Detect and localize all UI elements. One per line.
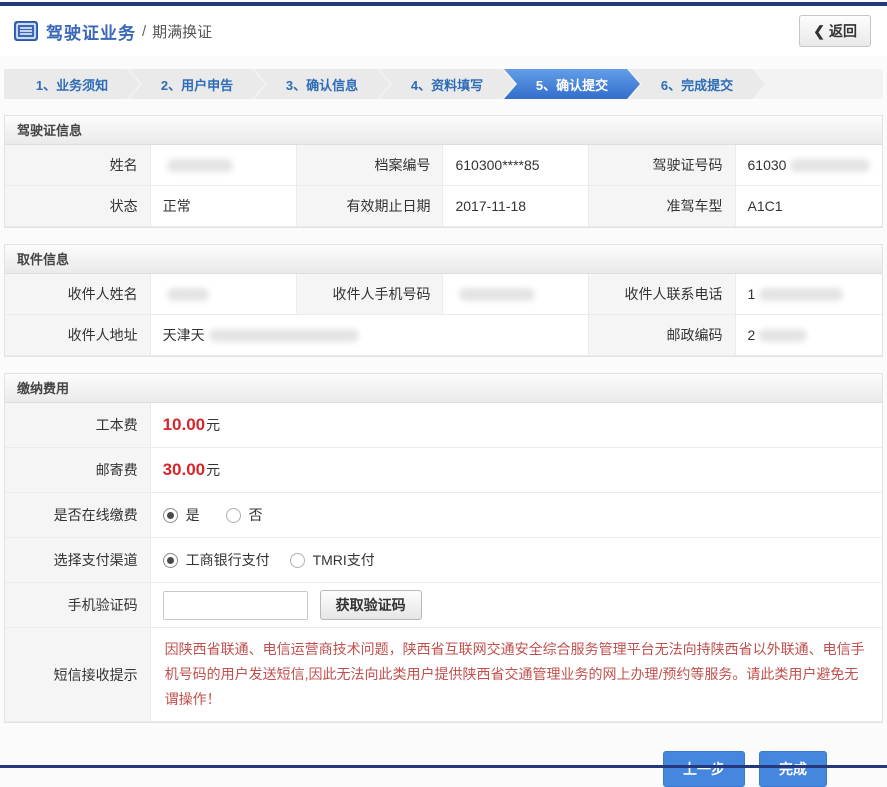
- redacted-value: [166, 158, 233, 172]
- radio-selected-icon[interactable]: [162, 507, 178, 523]
- radio-label: TMRI支付: [312, 552, 375, 568]
- fee-unit: 元: [206, 462, 221, 478]
- chevron-left-icon: ❮: [813, 22, 825, 39]
- field-label: 姓名: [5, 145, 151, 186]
- field-value-redacted: [443, 274, 590, 315]
- get-code-button[interactable]: 获取验证码: [319, 590, 422, 620]
- field-label: 有效期止日期: [297, 186, 444, 227]
- back-button-label: 返回: [829, 23, 857, 39]
- payment-section: 缴纳费用 工本费 10.00 元 邮寄费 30.00 元 是否在线缴费 是 否: [4, 373, 883, 723]
- page-title: 期满换证: [152, 23, 213, 41]
- radio-option-no[interactable]: 否: [225, 505, 263, 525]
- field-value-redacted: 天津天: [150, 315, 590, 356]
- step-tab-4[interactable]: 4、资料填写: [379, 69, 515, 99]
- online-pay-options: 是 否: [150, 493, 882, 538]
- fee-value: 30.00 元: [150, 448, 882, 493]
- section-title: 驾驶证信息: [5, 116, 882, 145]
- payment-table: 工本费 10.00 元 邮寄费 30.00 元 是否在线缴费 是 否 选择支付渠…: [5, 403, 882, 722]
- field-label: 工本费: [5, 403, 151, 448]
- radio-selected-icon[interactable]: [162, 552, 178, 568]
- pay-channel-options: 工商银行支付 TMRI支付: [150, 538, 882, 583]
- field-label: 档案编号: [297, 145, 444, 186]
- field-label: 选择支付渠道: [5, 538, 151, 583]
- field-label: 状态: [5, 186, 151, 227]
- redacted-value: [208, 328, 359, 342]
- back-button[interactable]: ❮ 返回: [799, 15, 871, 47]
- pickup-info-table: 收件人姓名 收件人手机号码 收件人联系电话 1 收件人地址 天津天 邮政编码 2: [5, 274, 882, 356]
- form-list-icon: [14, 21, 38, 41]
- field-label: 短信接收提示: [5, 628, 151, 722]
- field-label: 手机验证码: [5, 583, 151, 628]
- radio-unselected-icon[interactable]: [289, 552, 305, 568]
- radio-label: 否: [248, 507, 263, 523]
- redacted-value: [759, 328, 808, 342]
- step-tab-2[interactable]: 2、用户申告: [129, 69, 265, 99]
- finish-button[interactable]: 完成: [759, 751, 827, 787]
- sms-notice-row: 因陕西省联通、电信运营商技术问题，陕西省互联网交通安全综合服务管理平台无法向持陕…: [150, 628, 882, 722]
- step-tabs: 1、业务须知 2、用户申告 3、确认信息 4、资料填写 5、确认提交 6、完成提…: [4, 69, 883, 99]
- step-tab-label: 3、确认信息: [285, 77, 359, 93]
- previous-step-button[interactable]: 上一步: [663, 751, 745, 787]
- redacted-value: [790, 158, 870, 172]
- sms-code-row: 获取验证码: [150, 583, 882, 628]
- service-title[interactable]: 驾驶证业务: [46, 19, 136, 44]
- field-label: 收件人手机号码: [297, 274, 444, 315]
- field-value-redacted: [150, 145, 298, 186]
- sms-notice-text: 因陕西省联通、电信运营商技术问题，陕西省互联网交通安全综合服务管理平台无法向持陕…: [164, 641, 865, 707]
- step-tab-label: 5、确认提交: [535, 77, 609, 93]
- field-value-redacted: 2: [735, 315, 882, 356]
- fee-value: 10.00 元: [150, 403, 882, 448]
- field-value: 正常: [150, 186, 298, 227]
- field-value-redacted: [150, 274, 298, 315]
- radio-option-yes[interactable]: 是: [162, 505, 200, 525]
- step-tab-6[interactable]: 6、完成提交: [629, 69, 765, 99]
- step-tab-label: 4、资料填写: [410, 77, 484, 93]
- step-tab-1[interactable]: 1、业务须知: [4, 69, 140, 99]
- radio-label: 工商银行支付: [185, 552, 270, 568]
- field-value: 2017-11-18: [443, 186, 590, 227]
- redacted-value: [166, 287, 209, 301]
- radio-label: 是: [185, 507, 200, 523]
- field-value: A1C1: [735, 186, 882, 227]
- footer-actions: 上一步 完成: [0, 751, 827, 787]
- field-label: 是否在线缴费: [5, 493, 151, 538]
- license-info-section: 驾驶证信息 姓名 档案编号 610300****85 驾驶证号码 61030 状…: [4, 115, 883, 228]
- field-value: 610300****85: [443, 145, 590, 186]
- fee-unit: 元: [206, 417, 221, 433]
- breadcrumb-separator: /: [142, 22, 147, 40]
- step-tab-5-active[interactable]: 5、确认提交: [504, 69, 640, 99]
- sms-code-input[interactable]: [162, 590, 308, 620]
- step-tab-label: 6、完成提交: [660, 77, 734, 93]
- license-info-table: 姓名 档案编号 610300****85 驾驶证号码 61030 状态 正常 有…: [5, 145, 882, 227]
- step-tab-3[interactable]: 3、确认信息: [254, 69, 390, 99]
- radio-option-icbc[interactable]: 工商银行支付: [162, 550, 270, 570]
- redacted-value: [759, 287, 844, 301]
- field-label: 收件人联系电话: [589, 274, 736, 315]
- page-header: 驾驶证业务 / 期满换证 ❮ 返回: [0, 6, 887, 56]
- pickup-info-section: 取件信息 收件人姓名 收件人手机号码 收件人联系电话 1 收件人地址 天津天 邮…: [4, 244, 883, 357]
- redacted-value: [459, 287, 536, 301]
- fee-amount: 10.00: [162, 415, 206, 434]
- breadcrumb: 驾驶证业务 / 期满换证: [14, 19, 212, 44]
- radio-option-tmri[interactable]: TMRI支付: [289, 550, 375, 570]
- field-label: 准驾车型: [589, 186, 736, 227]
- radio-unselected-icon[interactable]: [225, 507, 241, 523]
- step-tab-label: 2、用户申告: [160, 77, 234, 93]
- field-label: 邮寄费: [5, 448, 151, 493]
- section-title: 缴纳费用: [5, 374, 882, 403]
- field-label: 收件人地址: [5, 315, 151, 356]
- fee-amount: 30.00: [162, 460, 206, 479]
- field-label: 收件人姓名: [5, 274, 151, 315]
- section-title: 取件信息: [5, 245, 882, 274]
- step-tab-label: 1、业务须知: [35, 77, 109, 93]
- field-label: 邮政编码: [589, 315, 736, 356]
- field-value-redacted: 1: [735, 274, 882, 315]
- field-label: 驾驶证号码: [589, 145, 736, 186]
- field-value-redacted: 61030: [735, 145, 882, 186]
